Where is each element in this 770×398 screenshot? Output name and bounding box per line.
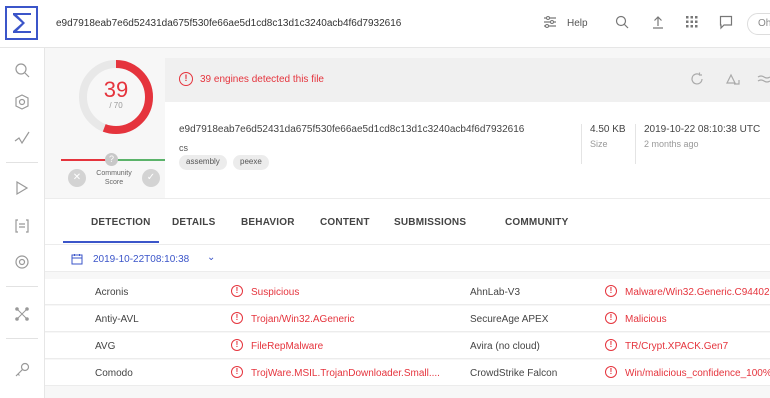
tab-behavior[interactable]: BEHAVIOR (241, 217, 295, 228)
help-link[interactable]: Help (567, 18, 588, 29)
tab-details[interactable]: DETAILS (172, 217, 215, 228)
verdict-label: TrojWare.MSIL.TrojanDownloader.Small.... (251, 368, 440, 379)
file-hash[interactable]: e9d7918eab7e6d52431da675f530fe66ae5d1cd8… (179, 124, 524, 135)
api-key-icon[interactable] (10, 358, 34, 382)
file-name: cs (179, 143, 188, 153)
alert-icon: ! (231, 312, 243, 324)
tab-submissions[interactable]: SUBMISSIONS (394, 217, 466, 228)
alert-icon: ! (231, 339, 243, 351)
sigma-logo-icon (12, 13, 31, 33)
table-row: Comodo ! TrojWare.MSIL.TrojanDownloader.… (45, 360, 770, 386)
virustotal-logo[interactable] (5, 6, 38, 40)
search-icon[interactable] (10, 58, 34, 82)
verdict-label: Trojan/Win32.AGeneric (251, 314, 355, 325)
search-icon[interactable] (614, 14, 630, 33)
reanalyze-icon[interactable] (689, 71, 705, 90)
vote-harmless-button[interactable]: ✓ (142, 169, 160, 187)
graph-trend-icon[interactable] (10, 126, 34, 150)
engine-name: Comodo (95, 368, 133, 379)
verdict-label: Win/malicious_confidence_100% (W (625, 368, 770, 379)
file-size-value: 4.50 KB (590, 124, 626, 135)
engine-name: AVG (95, 341, 116, 352)
chevron-down-icon[interactable]: ⌄ (207, 252, 215, 263)
table-row: Antiy-AVL ! Trojan/Win32.AGeneric Secure… (45, 306, 770, 332)
file-size-column: 4.50 KB Size (581, 124, 626, 164)
similar-files-icon[interactable] (725, 71, 741, 90)
detection-ring: 39 / 70 (77, 58, 155, 136)
tab-content[interactable]: CONTENT (320, 217, 370, 228)
tab-community[interactable]: COMMUNITY (505, 217, 568, 228)
tag-peexe[interactable]: peexe (233, 155, 269, 170)
analysis-date-value: 2019-10-22 08:10:38 UTC (644, 124, 761, 135)
analysis-selector[interactable]: 2019-10-22T08:10:38 ⌄ (45, 244, 770, 272)
engine-name: AhnLab-V3 (470, 287, 521, 298)
alert-icon: ! (231, 366, 243, 378)
sidebar-divider (6, 338, 38, 339)
detection-count: 39 (103, 77, 129, 102)
file-info-panel: e9d7918eab7e6d52431da675f530fe66ae5d1cd8… (165, 102, 770, 198)
engine-name: SecureAge APEX (470, 314, 549, 325)
file-size-label: Size (590, 139, 608, 149)
alert-icon: ! (605, 285, 617, 297)
retrohunt-icon[interactable] (10, 250, 34, 274)
graph-network-icon[interactable] (10, 302, 34, 326)
file-date-column: 2019-10-22 08:10:38 UTC 2 months ago (635, 124, 760, 164)
top-bar: e9d7918eab7e6d52431da675f530fe66ae5d1cd8… (0, 0, 770, 48)
filter-icon[interactable] (542, 14, 558, 33)
community-score-label: Community Score (96, 170, 132, 186)
community-unknown-icon: ? (105, 153, 118, 166)
report-tabs: DETECTION DETAILS BEHAVIOR CONTENT SUBMI… (45, 198, 770, 244)
calendar-icon (71, 253, 83, 265)
detection-banner-text: 39 engines detected this file (200, 74, 324, 85)
table-row: Acronis ! Suspicious AhnLab-V3 ! Malware… (45, 279, 770, 305)
engine-name: Acronis (95, 287, 129, 298)
analysis-date[interactable]: 2019-10-22T08:10:38 (93, 254, 189, 265)
vote-malicious-button[interactable]: ✕ (68, 169, 86, 187)
alert-icon: ! (231, 285, 243, 297)
tag-assembly[interactable]: assembly (179, 155, 227, 170)
hunting-icon[interactable] (10, 176, 34, 200)
sidebar (0, 48, 45, 398)
alert-icon: ! (605, 366, 617, 378)
detection-score-card: 39 / 70 ? ✕ Community Score ✓ (55, 58, 167, 198)
apps-grid-icon[interactable] (684, 14, 700, 33)
tab-detection[interactable]: DETECTION (91, 217, 151, 228)
intelligence-icon[interactable] (10, 90, 34, 114)
verdict-label: Malicious (625, 314, 667, 325)
alert-icon: ! (605, 312, 617, 324)
verdict-label: TR/Crypt.XPACK.Gen7 (625, 341, 729, 352)
active-tab-indicator (63, 241, 159, 243)
community-bar-positive (113, 159, 165, 161)
verdict-label: Suspicious (251, 287, 300, 298)
chat-icon[interactable] (718, 14, 734, 33)
main-content: 39 / 70 ? ✕ Community Score ✓ ! 39 engin… (45, 48, 770, 398)
sidebar-divider (6, 162, 38, 163)
engine-name: Avira (no cloud) (470, 341, 540, 352)
engine-name: Antiy-AVL (95, 314, 139, 325)
table-row: AVG ! FileRepMalware Avira (no cloud) ! … (45, 333, 770, 359)
more-actions-icon[interactable] (757, 71, 770, 90)
verdict-label: Malware/Win32.Generic.C944022 (625, 287, 770, 298)
upload-icon[interactable] (650, 14, 666, 33)
sign-in-button[interactable]: Oh (747, 13, 770, 35)
sidebar-divider (6, 286, 38, 287)
rules-icon[interactable] (10, 214, 34, 238)
alert-icon: ! (179, 72, 193, 86)
verdict-label: FileRepMalware (251, 341, 324, 352)
engine-name: CrowdStrike Falcon (470, 368, 558, 379)
analysis-date-relative: 2 months ago (644, 139, 699, 149)
engine-total: / 70 (109, 101, 123, 110)
alert-icon: ! (605, 339, 617, 351)
detection-banner: ! 39 engines detected this file (165, 58, 770, 102)
search-input[interactable]: e9d7918eab7e6d52431da675f530fe66ae5d1cd8… (56, 18, 401, 29)
